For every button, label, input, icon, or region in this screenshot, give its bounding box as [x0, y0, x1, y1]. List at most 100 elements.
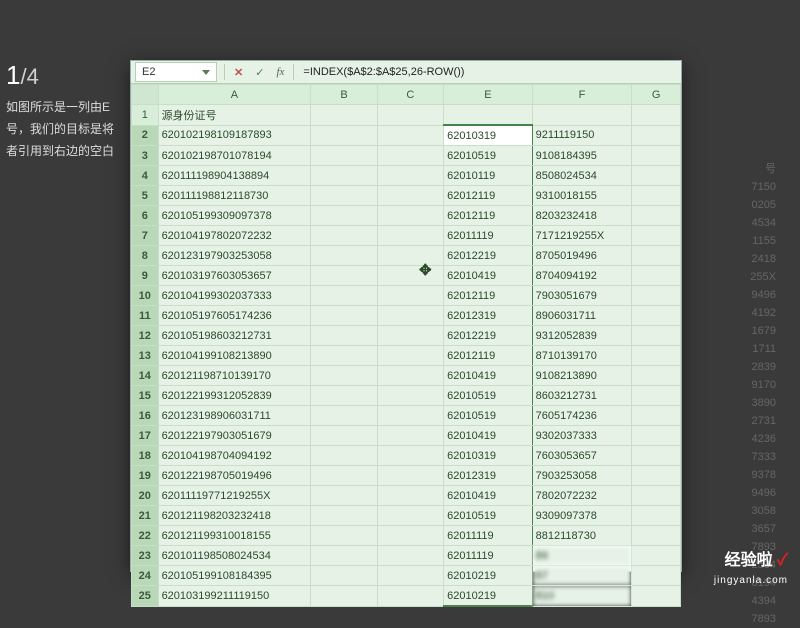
cell[interactable]: 62012319 — [444, 466, 533, 486]
cell[interactable]: 620123198906031711 — [158, 406, 311, 426]
cell[interactable] — [311, 286, 377, 306]
cell[interactable]: 620122199312052839 — [158, 386, 311, 406]
cell[interactable] — [311, 546, 377, 566]
cell[interactable] — [377, 526, 443, 546]
cell[interactable]: 9309097378 — [532, 506, 632, 526]
cell[interactable]: 8906031711 — [532, 306, 632, 326]
cell[interactable]: 9302037333 — [532, 426, 632, 446]
cell[interactable] — [632, 105, 681, 126]
cell[interactable]: 62012219 — [444, 326, 533, 346]
cell[interactable] — [311, 166, 377, 186]
cell[interactable] — [311, 226, 377, 246]
cell[interactable]: 62012119 — [444, 286, 533, 306]
cell[interactable] — [632, 386, 681, 406]
col-header[interactable]: B — [311, 85, 377, 105]
cell[interactable]: 62011119 — [444, 546, 533, 566]
cell[interactable] — [377, 226, 443, 246]
col-header[interactable]: E — [444, 85, 533, 105]
cell[interactable] — [311, 386, 377, 406]
cell[interactable]: 620105198603212731 — [158, 326, 311, 346]
cell[interactable]: 62012319 — [444, 306, 533, 326]
cell[interactable] — [377, 306, 443, 326]
row-header[interactable]: 5 — [132, 186, 159, 206]
cell[interactable]: 7903051679 — [532, 286, 632, 306]
cell[interactable] — [311, 266, 377, 286]
cell[interactable] — [377, 105, 443, 126]
cell[interactable]: 62012119 — [444, 186, 533, 206]
cell[interactable]: 62010519 — [444, 506, 533, 526]
fx-icon[interactable]: fx — [270, 66, 290, 78]
cell[interactable] — [632, 306, 681, 326]
cell[interactable] — [311, 426, 377, 446]
cell[interactable] — [377, 346, 443, 366]
cell[interactable]: 9211119150 — [532, 125, 632, 146]
cell[interactable]: 8710139170 — [532, 346, 632, 366]
cell[interactable]: 620101198508024534 — [158, 546, 311, 566]
cell[interactable]: 620121198710139170 — [158, 366, 311, 386]
cell[interactable] — [532, 105, 632, 126]
cell[interactable] — [311, 506, 377, 526]
cell[interactable] — [311, 146, 377, 166]
cell[interactable] — [311, 446, 377, 466]
cell[interactable]: 62010519 — [444, 386, 533, 406]
row-header[interactable]: 1 — [132, 105, 159, 126]
row-header[interactable]: 12 — [132, 326, 159, 346]
row-header[interactable]: 16 — [132, 406, 159, 426]
cell[interactable]: 62010319 — [444, 125, 533, 146]
cell[interactable] — [377, 206, 443, 226]
cell[interactable] — [311, 406, 377, 426]
row-header[interactable]: 21 — [132, 506, 159, 526]
cell[interactable]: 8603212731 — [532, 386, 632, 406]
cell[interactable] — [377, 146, 443, 166]
col-header[interactable]: A — [158, 85, 311, 105]
cancel-icon[interactable]: ✕ — [228, 66, 249, 79]
cell[interactable]: 62012119 — [444, 346, 533, 366]
row-header[interactable]: 6 — [132, 206, 159, 226]
cell[interactable]: 620121198203232418 — [158, 506, 311, 526]
col-header[interactable]: G — [632, 85, 681, 105]
col-header[interactable]: C — [377, 85, 443, 105]
row-header[interactable]: 11 — [132, 306, 159, 326]
cell[interactable]: 89 — [532, 546, 632, 566]
cell[interactable] — [311, 186, 377, 206]
cell[interactable]: 620122197903051679 — [158, 426, 311, 446]
cell[interactable] — [311, 306, 377, 326]
row-header[interactable]: 17 — [132, 426, 159, 446]
cell[interactable] — [632, 486, 681, 506]
cell[interactable]: 62011119771219255X — [158, 486, 311, 506]
cell[interactable]: 9310018155 — [532, 186, 632, 206]
cell[interactable]: 62012219 — [444, 246, 533, 266]
row-header[interactable]: 25 — [132, 586, 159, 607]
cell[interactable] — [377, 466, 443, 486]
cell[interactable] — [377, 486, 443, 506]
col-header[interactable]: F — [532, 85, 632, 105]
cell[interactable] — [311, 125, 377, 146]
cell[interactable]: 7903253058 — [532, 466, 632, 486]
cell[interactable]: 62010219 — [444, 586, 533, 607]
cell[interactable]: 62010519 — [444, 406, 533, 426]
cell[interactable]: 62010419 — [444, 366, 533, 386]
row-header[interactable]: 19 — [132, 466, 159, 486]
cell[interactable] — [311, 486, 377, 506]
cell[interactable]: 62010119 — [444, 166, 533, 186]
cell[interactable]: 7603053657 — [532, 446, 632, 466]
row-header[interactable]: 3 — [132, 146, 159, 166]
cell[interactable] — [632, 286, 681, 306]
cell[interactable] — [377, 326, 443, 346]
cell[interactable]: 源身份证号 — [158, 105, 311, 126]
row-header[interactable]: 9 — [132, 266, 159, 286]
cell[interactable]: 810 — [532, 586, 632, 607]
cell[interactable] — [377, 406, 443, 426]
cell[interactable]: 9108184395 — [532, 146, 632, 166]
cell[interactable] — [377, 446, 443, 466]
cell[interactable] — [632, 346, 681, 366]
cell[interactable] — [377, 166, 443, 186]
cell[interactable] — [377, 506, 443, 526]
cell[interactable] — [377, 286, 443, 306]
cell[interactable] — [377, 566, 443, 586]
cell[interactable]: 620105199309097378 — [158, 206, 311, 226]
cell[interactable]: 620123197903253058 — [158, 246, 311, 266]
row-header[interactable]: 20 — [132, 486, 159, 506]
cell[interactable] — [311, 366, 377, 386]
cell[interactable]: 87 — [532, 566, 632, 586]
